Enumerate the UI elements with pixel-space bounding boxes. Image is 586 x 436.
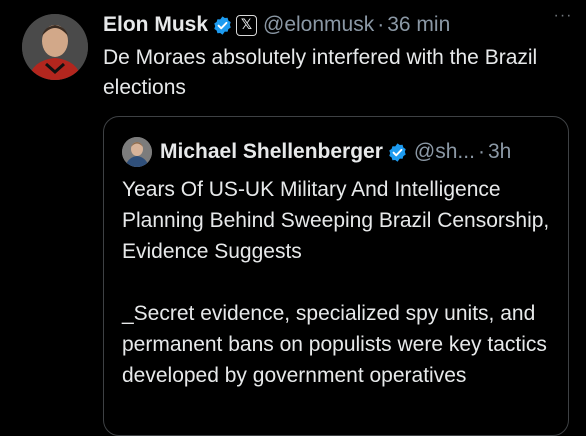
- quoted-post-headline: Years Of US-UK Military And Intelligence…: [122, 178, 550, 263]
- quoted-author-handle: @sh...: [413, 140, 475, 163]
- quoted-post-card[interactable]: Michael Shellenberger @sh... · 3h Years …: [103, 116, 569, 436]
- post-time[interactable]: 36 min: [387, 13, 450, 37]
- quoted-avatar: [122, 137, 152, 167]
- author-handle[interactable]: @elonmusk: [263, 13, 374, 37]
- x-affiliate-icon: 𝕏: [236, 14, 258, 36]
- verified-badge-icon: [387, 142, 408, 163]
- verified-badge-icon: [212, 15, 233, 36]
- post-text: De Moraes absolutely interfered with the…: [103, 46, 538, 99]
- quoted-post-time: 3h: [487, 140, 512, 163]
- quoted-author-name: Michael Shellenberger: [160, 140, 383, 163]
- time-separator: ·: [377, 13, 385, 36]
- author-name[interactable]: Elon Musk: [103, 13, 208, 37]
- quoted-post-header: Michael Shellenberger @sh... · 3h: [122, 137, 556, 167]
- quoted-post-text: Years Of US-UK Military And Intelligence…: [122, 174, 552, 422]
- tweet[interactable]: Elon Musk 𝕏 @elonmusk · 36 min ··· De Mo…: [0, 0, 586, 436]
- avatar-image: [22, 14, 88, 80]
- quoted-post-body: _Secret evidence, specialized spy units,…: [122, 302, 547, 387]
- post-header: Elon Musk 𝕏 @elonmusk · 36 min: [103, 10, 566, 40]
- time-separator: ·: [477, 140, 485, 163]
- avatar[interactable]: [22, 14, 88, 80]
- more-options-icon[interactable]: ···: [548, 8, 578, 30]
